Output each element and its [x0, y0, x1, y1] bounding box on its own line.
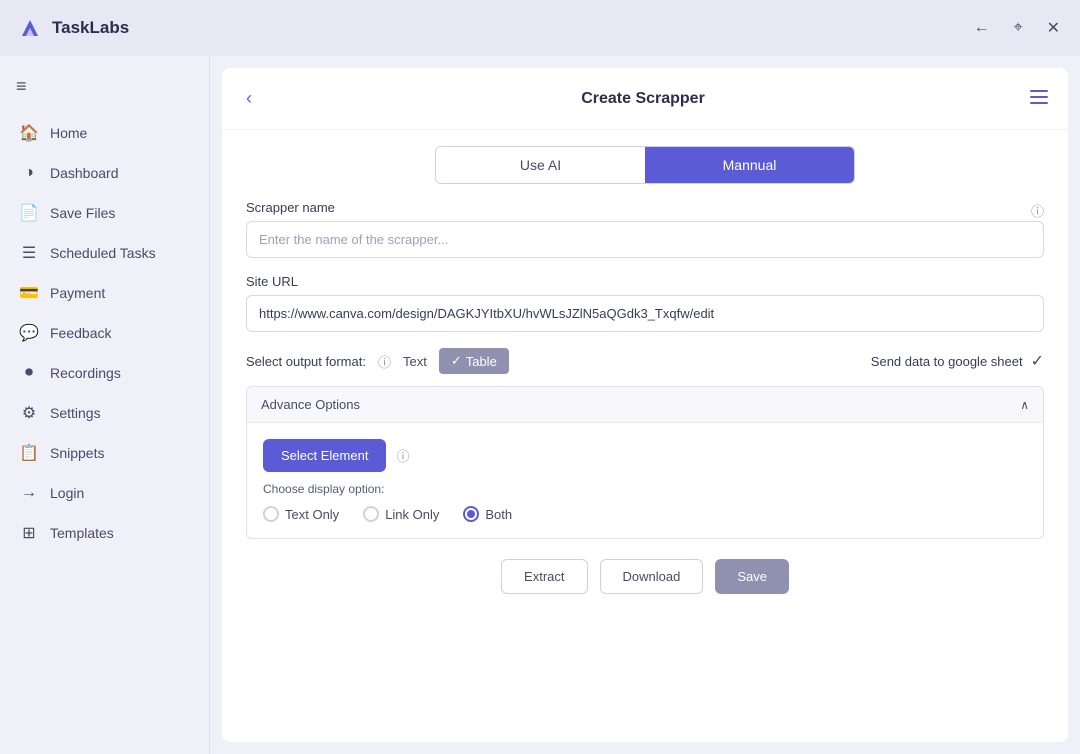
- list-lines-icon: [1030, 90, 1048, 104]
- tab-switcher: Use AI Mannual: [435, 146, 855, 184]
- title-bar-left: TaskLabs: [16, 14, 129, 42]
- action-buttons: Extract Download Save: [246, 559, 1044, 594]
- scrapper-name-input[interactable]: [246, 221, 1044, 258]
- sidebar-label-save-files: Save Files: [50, 205, 115, 221]
- radio-link-only-circle: [363, 506, 379, 522]
- sidebar-icon-feedback: 💬: [20, 324, 38, 342]
- sidebar-item-templates[interactable]: ⊞ Templates: [0, 513, 209, 553]
- pin-window-btn[interactable]: ⌖: [1010, 15, 1027, 41]
- menu-toggle[interactable]: ≡: [0, 68, 209, 113]
- sidebar-item-scheduled-tasks[interactable]: ☰ Scheduled Tasks: [0, 233, 209, 273]
- sidebar-label-scheduled-tasks: Scheduled Tasks: [50, 245, 156, 261]
- format-label: Select output format:: [246, 354, 366, 369]
- advance-options-label: Advance Options: [261, 397, 360, 412]
- site-url-label: Site URL: [246, 274, 1044, 289]
- select-element-btn[interactable]: Select Element: [263, 439, 386, 472]
- title-bar-controls: ← ⌖ ✕: [970, 14, 1064, 42]
- scrapper-name-field: Scrapper name ⓘ: [246, 200, 1044, 258]
- content-list-icon-btn[interactable]: [1030, 88, 1048, 109]
- radio-text-only[interactable]: Text Only: [263, 506, 339, 522]
- format-table-btn[interactable]: ✓ Table: [439, 348, 509, 374]
- format-right: Send data to google sheet ✓: [871, 351, 1044, 371]
- content-back-btn[interactable]: ‹: [242, 84, 256, 113]
- sidebar-icon-dashboard: ◑: [20, 164, 38, 182]
- radio-link-only[interactable]: Link Only: [363, 506, 439, 522]
- main-layout: ≡ 🏠 Home ◑ Dashboard 📄 Save Files ☰ Sche…: [0, 56, 1080, 754]
- radio-group: Text Only Link Only Both: [263, 506, 1027, 522]
- sidebar-item-home[interactable]: 🏠 Home: [0, 113, 209, 153]
- format-info-icon[interactable]: ⓘ: [378, 352, 391, 371]
- select-element-row: Select Element ⓘ: [263, 439, 1027, 472]
- content-title: Create Scrapper: [581, 90, 705, 108]
- sidebar-label-feedback: Feedback: [50, 325, 111, 341]
- sidebar-icon-recordings: ⏺: [20, 364, 38, 382]
- sidebar-label-recordings: Recordings: [50, 365, 121, 381]
- app-logo: [16, 14, 44, 42]
- sidebar-label-dashboard: Dashboard: [50, 165, 119, 181]
- title-bar: TaskLabs ← ⌖ ✕: [0, 0, 1080, 56]
- scrapper-name-label: Scrapper name: [246, 200, 335, 215]
- sidebar-icon-home: 🏠: [20, 124, 38, 142]
- sidebar-icon-save-files: 📄: [20, 204, 38, 222]
- advance-chevron-icon: ∧: [1020, 398, 1029, 412]
- tab-use-ai[interactable]: Use AI: [436, 147, 645, 183]
- extract-btn[interactable]: Extract: [501, 559, 587, 594]
- sidebar-label-login: Login: [50, 485, 84, 501]
- advance-options-section: Advance Options ∧ Select Element ⓘ Choos…: [246, 386, 1044, 539]
- radio-both-circle: [463, 506, 479, 522]
- format-left: Select output format: ⓘ Text ✓ Table: [246, 348, 509, 374]
- sidebar-icon-templates: ⊞: [20, 524, 38, 542]
- advance-options-body: Select Element ⓘ Choose display option: …: [247, 422, 1043, 538]
- radio-text-only-label: Text Only: [285, 507, 339, 522]
- sidebar-label-home: Home: [50, 125, 87, 141]
- content-header: ‹ Create Scrapper: [222, 68, 1068, 130]
- save-btn[interactable]: Save: [715, 559, 789, 594]
- site-url-input[interactable]: [246, 295, 1044, 332]
- content-area: ‹ Create Scrapper Use AI Mannual: [222, 68, 1068, 742]
- display-option-label: Choose display option:: [263, 482, 1027, 496]
- radio-link-only-label: Link Only: [385, 507, 439, 522]
- sidebar-label-snippets: Snippets: [50, 445, 104, 461]
- site-url-field: Site URL: [246, 274, 1044, 332]
- google-sheet-label: Send data to google sheet: [871, 354, 1023, 369]
- sidebar-label-settings: Settings: [50, 405, 101, 421]
- back-window-btn[interactable]: ←: [970, 15, 994, 41]
- sidebar-item-payment[interactable]: 💳 Payment: [0, 273, 209, 313]
- check-mark-small: ✓: [451, 353, 462, 369]
- sidebar-icon-settings: ⚙: [20, 404, 38, 422]
- sidebar-item-settings[interactable]: ⚙ Settings: [0, 393, 209, 433]
- sidebar-label-payment: Payment: [50, 285, 105, 301]
- scrapper-name-label-row: Scrapper name ⓘ: [246, 200, 1044, 221]
- radio-both[interactable]: Both: [463, 506, 512, 522]
- sidebar-icon-payment: 💳: [20, 284, 38, 302]
- output-format-row: Select output format: ⓘ Text ✓ Table Sen…: [246, 348, 1044, 374]
- sidebar-item-feedback[interactable]: 💬 Feedback: [0, 313, 209, 353]
- format-table-label: Table: [466, 354, 497, 369]
- advance-options-header[interactable]: Advance Options ∧: [247, 387, 1043, 422]
- sidebar-item-save-files[interactable]: 📄 Save Files: [0, 193, 209, 233]
- sidebar-item-dashboard[interactable]: ◑ Dashboard: [0, 153, 209, 193]
- app-title: TaskLabs: [52, 18, 129, 38]
- sidebar-item-login[interactable]: → Login: [0, 473, 209, 513]
- form-area: Scrapper name ⓘ Site URL Select output f…: [222, 200, 1068, 742]
- sidebar-icon-scheduled-tasks: ☰: [20, 244, 38, 262]
- sidebar: ≡ 🏠 Home ◑ Dashboard 📄 Save Files ☰ Sche…: [0, 56, 210, 754]
- google-sheet-check-icon[interactable]: ✓: [1031, 351, 1044, 371]
- radio-text-only-circle: [263, 506, 279, 522]
- sidebar-item-recordings[interactable]: ⏺ Recordings: [0, 353, 209, 393]
- sidebar-item-snippets[interactable]: 📋 Snippets: [0, 433, 209, 473]
- scrapper-name-info-icon[interactable]: ⓘ: [1031, 201, 1044, 220]
- format-text-option[interactable]: Text: [403, 354, 427, 369]
- close-window-btn[interactable]: ✕: [1043, 14, 1064, 42]
- radio-both-label: Both: [485, 507, 512, 522]
- download-btn[interactable]: Download: [600, 559, 704, 594]
- sidebar-icon-login: →: [20, 484, 38, 502]
- select-element-info-icon[interactable]: ⓘ: [396, 446, 409, 465]
- sidebar-icon-snippets: 📋: [20, 444, 38, 462]
- sidebar-label-templates: Templates: [50, 525, 114, 541]
- tab-manual[interactable]: Mannual: [645, 147, 854, 183]
